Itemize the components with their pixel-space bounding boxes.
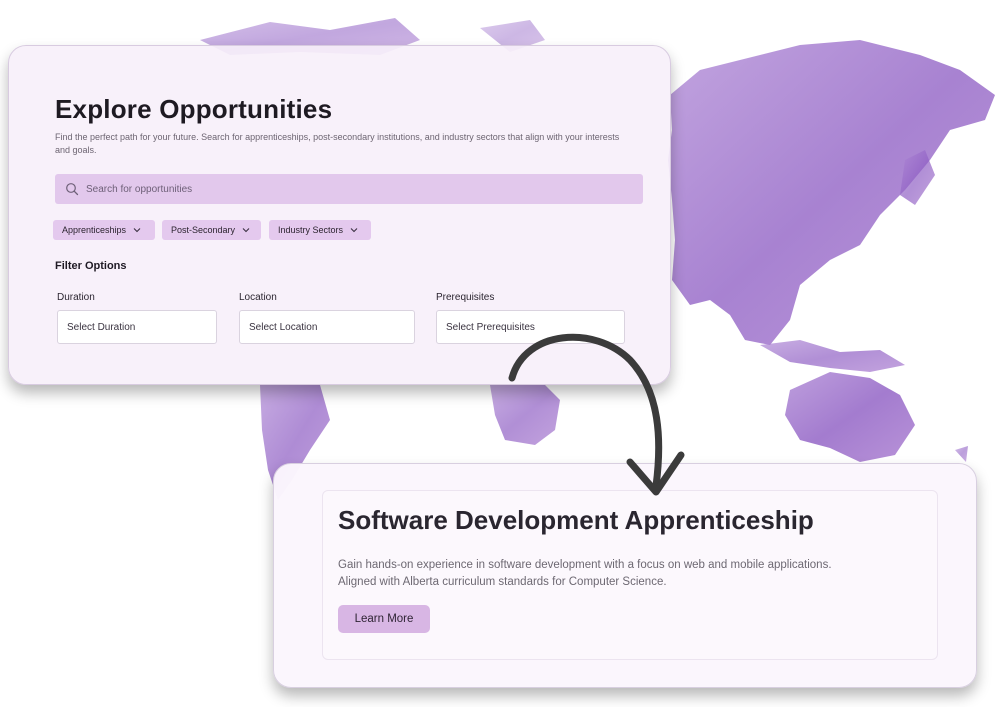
category-dropdown-industry-sectors[interactable]: Industry Sectors bbox=[269, 220, 371, 240]
duration-label: Duration bbox=[57, 292, 95, 303]
category-dropdown-post-secondary[interactable]: Post-Secondary bbox=[162, 220, 261, 240]
duration-select[interactable]: Select Duration bbox=[57, 310, 217, 344]
explore-opportunities-panel: Explore Opportunities Find the perfect p… bbox=[8, 45, 671, 385]
prerequisites-label: Prerequisites bbox=[436, 292, 495, 303]
category-dropdown-apprenticeships[interactable]: Apprenticeships bbox=[53, 220, 155, 240]
search-placeholder: Search for opportunities bbox=[86, 183, 193, 195]
opportunity-card: Software Development Apprenticeship Gain… bbox=[322, 490, 938, 660]
page-title: Explore Opportunities bbox=[55, 94, 333, 124]
category-label: Industry Sectors bbox=[278, 225, 344, 235]
location-label: Location bbox=[239, 292, 277, 303]
opportunity-description: Gain hands-on experience in software dev… bbox=[338, 559, 832, 588]
map-eurasia bbox=[668, 40, 995, 345]
learn-more-button[interactable]: Learn More bbox=[338, 605, 430, 633]
chevron-down-icon bbox=[241, 225, 251, 235]
category-label: Post-Secondary bbox=[171, 225, 236, 235]
search-icon bbox=[65, 182, 79, 196]
opportunity-detail-panel: Software Development Apprenticeship Gain… bbox=[273, 463, 977, 688]
category-label: Apprenticeships bbox=[62, 225, 127, 235]
opportunity-title: Software Development Apprenticeship bbox=[338, 505, 814, 535]
filter-options-heading: Filter Options bbox=[55, 260, 127, 272]
search-input[interactable]: Search for opportunities bbox=[55, 174, 643, 204]
map-small-island bbox=[955, 446, 968, 462]
map-australia bbox=[785, 372, 915, 462]
chevron-down-icon bbox=[349, 225, 359, 235]
map-indonesia bbox=[760, 340, 905, 372]
location-select[interactable]: Select Location bbox=[239, 310, 415, 344]
chevron-down-icon bbox=[132, 225, 142, 235]
map-africa bbox=[490, 385, 560, 445]
prerequisites-select[interactable]: Select Prerequisites bbox=[436, 310, 625, 344]
page-subtitle: Find the perfect path for your future. S… bbox=[55, 132, 620, 155]
